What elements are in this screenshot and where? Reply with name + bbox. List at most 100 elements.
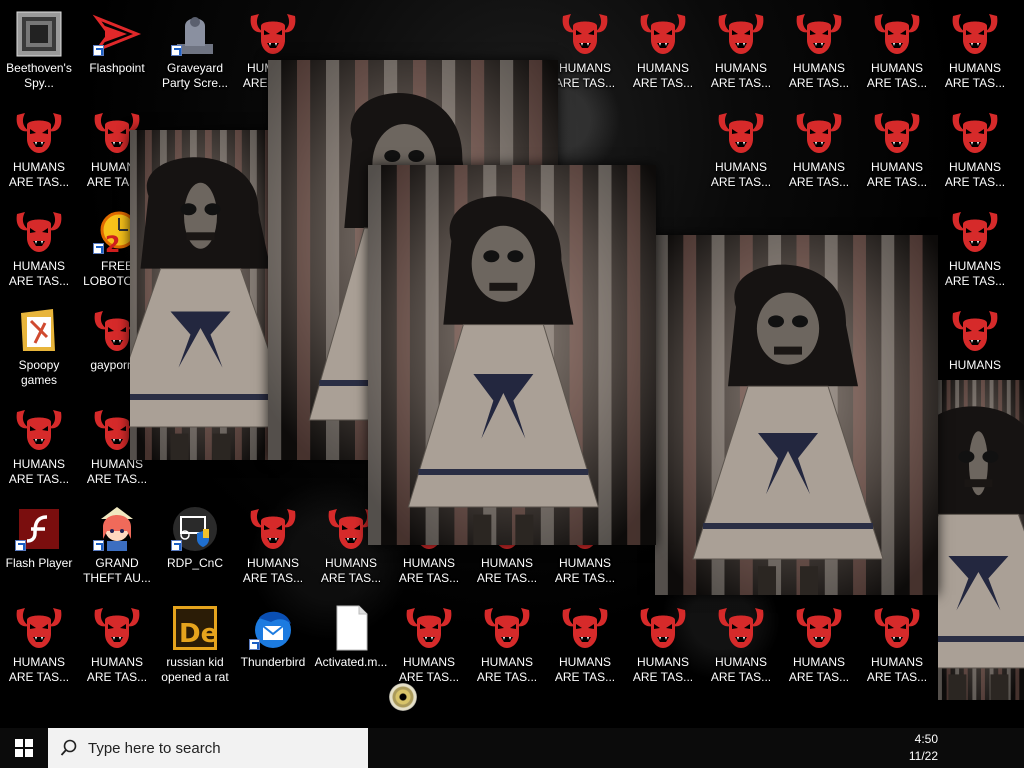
desktop-icon-humans[interactable]: HUMANS ARE TAS...: [703, 105, 779, 201]
desktop-icon-label: HUMANS ARE TAS...: [710, 160, 772, 189]
desktop-icon-humans[interactable]: HUMANS ARE TAS...: [1, 402, 77, 498]
desktop-icon-label: HUMANS: [948, 358, 1001, 372]
desktop-icon-spoopy[interactable]: Spoopy games: [1, 303, 77, 399]
desktop-icon-humans[interactable]: HUMANS ARE TAS...: [703, 6, 779, 102]
demon-icon: [793, 10, 845, 58]
desktop-icon-humans[interactable]: HUMANS ARE TAS...: [391, 600, 467, 696]
search-icon: [60, 739, 77, 756]
thunderbird-icon: [247, 604, 299, 652]
desktop-icon-label: Flash Player: [5, 556, 73, 570]
desktop-icon-humans[interactable]: HUMANS ARE TAS...: [235, 501, 311, 597]
desktop-icon-label: HUMANS ARE TAS...: [554, 556, 616, 585]
desktop-icon-label: HUMANS ARE TAS...: [788, 655, 850, 684]
desktop-icon-label: HUMANS ARE TAS...: [242, 556, 304, 585]
folder-icon: [13, 307, 65, 355]
desktop-icon-label: HUMANS ARE TAS...: [8, 655, 70, 684]
demon-icon: [13, 208, 65, 256]
desktop-icon-label: HUMANS ARE TAS...: [866, 61, 928, 90]
desktop-icon-label: HUMANS ARE TAS...: [788, 160, 850, 189]
desktop-icon-humans[interactable]: HUMANS ARE TAS...: [547, 6, 623, 102]
desktop-icon-gta[interactable]: GRAND THEFT AU...: [79, 501, 155, 597]
desktop-icon-label: HUMANS ARE TAS...: [398, 655, 460, 684]
blank-file-icon: [325, 604, 377, 652]
desktop-icon-flashplayer[interactable]: Flash Player: [1, 501, 77, 597]
desktop-icon-label: HUMANS ARE TAS...: [476, 655, 538, 684]
flash-player-icon: [13, 505, 65, 553]
search-placeholder: Type here to search: [88, 739, 221, 757]
search-input[interactable]: Type here to search: [48, 728, 368, 768]
desktop-icon-activated[interactable]: Activated.m...: [313, 600, 389, 696]
desktop-icon-humans[interactable]: HUMANS ARE TAS...: [703, 600, 779, 696]
desktop-icon-humans[interactable]: HUMANS ARE TAS...: [937, 105, 1013, 201]
demon-icon: [13, 109, 65, 157]
demon-icon: [715, 604, 767, 652]
screenshot-icon: [13, 10, 65, 58]
desktop-icon-label: Beethoven's Spy...: [6, 61, 72, 90]
scary-doll-popup[interactable]: [655, 235, 938, 595]
desktop-icon-russian[interactable]: De russian kid opened a rat: [157, 600, 233, 696]
demon-icon: [949, 109, 1001, 157]
desktop-icon-humans[interactable]: HUMANS ARE TAS...: [1, 600, 77, 696]
desktop-icon-humans[interactable]: HUMANS ARE TAS...: [79, 600, 155, 696]
taskbar: Type here to search 4:50 11/22: [0, 728, 1024, 768]
svg-text:2: 2: [105, 233, 120, 256]
desktop-icon-label: Activated.m...: [314, 655, 388, 669]
scary-doll-popup[interactable]: [130, 130, 280, 460]
desktop-icon-label: HUMANS ARE TAS...: [86, 655, 148, 684]
desktop-icon-humans[interactable]: HUMANS ARE TAS...: [937, 6, 1013, 102]
anime-girl-icon: [91, 505, 143, 553]
shortcut-arrow-icon: [171, 540, 182, 551]
desktop-icon-beethoven[interactable]: Beethoven's Spy...: [1, 6, 77, 102]
desktop-icon-humans[interactable]: HUMANS ARE TAS...: [781, 600, 857, 696]
desktop-icon-label: HUMANS ARE TAS...: [788, 61, 850, 90]
desktop-icon-label: HUMANS ARE TAS...: [944, 259, 1006, 288]
desktop-icon-label: HUMANS ARE TAS...: [632, 61, 694, 90]
desktop-icon-label: HUMANS ARE TAS...: [8, 160, 70, 189]
scary-doll-popup[interactable]: [938, 380, 1024, 700]
demon-icon: [715, 109, 767, 157]
desktop-icon-thunderbird[interactable]: Thunderbird: [235, 600, 311, 696]
desktop-icon-label: GRAND THEFT AU...: [83, 556, 151, 585]
desktop-icon-label: Thunderbird: [240, 655, 306, 669]
desktop-icon-humans[interactable]: HUMANS ARE TAS...: [937, 204, 1013, 300]
system-clock[interactable]: 4:50 11/22: [909, 731, 938, 765]
desktop-icon-humans[interactable]: HUMANS ARE TAS...: [1, 105, 77, 201]
demon-icon: [949, 307, 1001, 355]
tombstone-icon: [169, 10, 221, 58]
desktop-icon-humans[interactable]: HUMANS ARE TAS...: [781, 6, 857, 102]
desktop-icon-humans[interactable]: HUMANS ARE TAS...: [859, 105, 935, 201]
demon-icon: [793, 604, 845, 652]
desktop-icon-label: HUMANS ARE TAS...: [944, 61, 1006, 90]
desktop-icon-humans[interactable]: HUMANS ARE TAS...: [547, 600, 623, 696]
desktop-icon-graveyard[interactable]: Graveyard Party Scre...: [157, 6, 233, 102]
desktop-icon-label: russian kid opened a rat: [161, 655, 229, 684]
start-button[interactable]: [0, 728, 48, 768]
desktop-icon-label: HUMANS ARE TAS...: [476, 556, 538, 585]
desktop[interactable]: Beethoven's Spy... Flashpoint Graveyard …: [0, 0, 1024, 728]
clock-time: 4:50: [914, 732, 938, 746]
desktop-icon-humans[interactable]: HUMANS ARE TAS...: [469, 600, 545, 696]
demon-icon: [247, 505, 299, 553]
desktop-icon-label: HUMANS ARE TAS...: [8, 259, 70, 288]
desktop-icon-label: HUMANS ARE TAS...: [866, 655, 928, 684]
desktop-icon-humans[interactable]: HUMANS ARE TAS...: [859, 600, 935, 696]
desktop-icon-flashpoint[interactable]: Flashpoint: [79, 6, 155, 102]
demon-icon: [949, 10, 1001, 58]
eyeball-icon[interactable]: [389, 683, 417, 711]
desktop-icon-label: HUMANS ARE TAS...: [86, 457, 148, 486]
desktop-icon-humans[interactable]: HUMANS ARE TAS...: [859, 6, 935, 102]
desktop-icon-label: HUMANS ARE TAS...: [554, 655, 616, 684]
desktop-icon-label: Graveyard Party Scre...: [161, 61, 229, 90]
windows-logo-icon: [15, 739, 33, 757]
desktop-icon-label: Spoopy games: [18, 358, 60, 387]
desktop-icon-humans[interactable]: HUMANS ARE TAS...: [625, 6, 701, 102]
svg-text:De: De: [179, 619, 218, 649]
desktop-icon-rdp[interactable]: RDP_CnC: [157, 501, 233, 597]
desktop-icon-label: HUMANS ARE TAS...: [398, 556, 460, 585]
desktop-icon-label: HUMANS ARE TAS...: [632, 655, 694, 684]
desktop-icon-humans[interactable]: HUMANS ARE TAS...: [1, 204, 77, 300]
demon-icon: [481, 604, 533, 652]
desktop-icon-humans[interactable]: HUMANS ARE TAS...: [781, 105, 857, 201]
desktop-icon-humans[interactable]: HUMANS ARE TAS...: [625, 600, 701, 696]
scary-doll-popup[interactable]: [368, 165, 656, 545]
